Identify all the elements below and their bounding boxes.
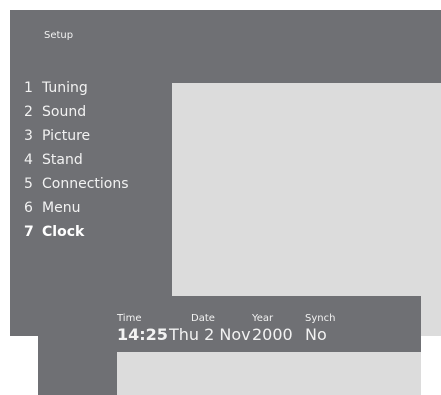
menu-item-number: 4 [24, 152, 33, 168]
year-label: Year [252, 313, 274, 324]
date-value: Thu 2 Nov [169, 325, 251, 344]
time-value: 14:25 [117, 325, 168, 344]
date-label: Date [191, 313, 215, 324]
menu-item-label: Picture [42, 128, 91, 144]
menu-item-number: 2 [24, 104, 33, 120]
menu-title: Setup [44, 30, 74, 41]
menu-item-number: 6 [24, 200, 33, 216]
menu-item-clock[interactable]: 7 Clock [24, 224, 129, 248]
menu-item-label: Menu [42, 200, 81, 216]
menu-item-number: 1 [24, 80, 33, 96]
menu-item-number: 5 [24, 176, 33, 192]
menu-item-label: Sound [42, 104, 87, 120]
clock-info-area [117, 352, 421, 395]
menu-item-sound[interactable]: 2 Sound [24, 104, 129, 128]
time-field[interactable]: Time 14:25 [117, 313, 168, 345]
year-value: 2000 [252, 325, 293, 344]
year-field[interactable]: Year 2000 [252, 313, 293, 345]
time-label: Time [117, 313, 142, 324]
menu-item-number: 3 [24, 128, 33, 144]
menu-item-number: 7 [24, 224, 34, 240]
synch-field[interactable]: Synch No [305, 313, 335, 345]
synch-value: No [305, 325, 327, 344]
menu-item-label: Tuning [42, 80, 88, 96]
synch-label: Synch [305, 313, 336, 324]
menu-item-label: Clock [42, 224, 85, 240]
menu-item-stand[interactable]: 4 Stand [24, 152, 129, 176]
clock-settings-panel: Time 14:25 Date Thu 2 Nov Year 2000 Sync… [38, 296, 421, 395]
menu-item-label: Stand [42, 152, 83, 168]
menu-item-tuning[interactable]: 1 Tuning [24, 80, 129, 104]
menu-item-label: Connections [42, 176, 129, 192]
menu-item-connections[interactable]: 5 Connections [24, 176, 129, 200]
setup-menu-list: 1 Tuning 2 Sound 3 Picture 4 Stand 5 Con… [24, 80, 129, 248]
menu-item-picture[interactable]: 3 Picture [24, 128, 129, 152]
menu-item-menu[interactable]: 6 Menu [24, 200, 129, 224]
date-field[interactable]: Date Thu 2 Nov [169, 313, 251, 345]
